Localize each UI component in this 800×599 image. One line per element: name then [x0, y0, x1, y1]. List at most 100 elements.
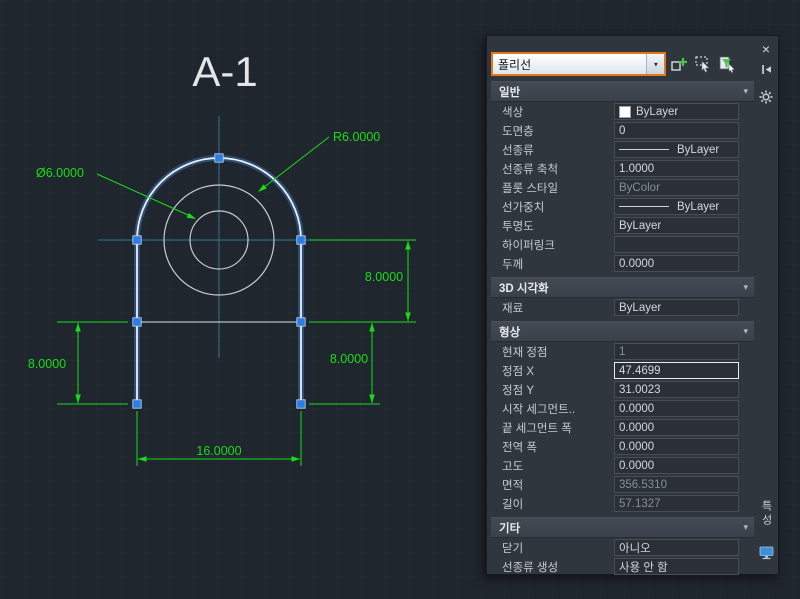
section-header-misc[interactable]: 기타 ▾	[491, 517, 754, 538]
grip-handle[interactable]	[214, 153, 224, 163]
dimension-bottom[interactable]: 16.0000	[136, 411, 302, 466]
value-text: 1.0000	[619, 162, 655, 175]
color-value-cell[interactable]: ByLayer	[614, 103, 739, 120]
value-text: 47.4699	[619, 364, 661, 377]
property-label: 정점 X	[502, 365, 535, 378]
toggle-pickadd-icon	[670, 58, 687, 71]
thickness-value-cell[interactable]: 0.0000	[614, 255, 739, 272]
chevron-down-icon: ▾	[743, 282, 748, 292]
linetype-scale-value-cell[interactable]: 1.0000	[614, 160, 739, 177]
toggle-pickadd-button[interactable]	[667, 53, 690, 76]
arrowhead-icon	[405, 240, 411, 250]
property-label: 투명도	[502, 220, 534, 233]
chevron-down-icon: ▾	[743, 326, 748, 336]
property-label: 닫기	[502, 542, 524, 555]
property-row: 선종류 생성 사용 안 함	[491, 557, 754, 576]
select-objects-button[interactable]	[691, 53, 714, 76]
property-label: 정점 Y	[502, 384, 535, 397]
length-value-cell: 57.1327	[614, 495, 739, 512]
quick-select-button[interactable]	[715, 53, 738, 76]
grip-handle[interactable]	[132, 235, 142, 245]
value-text: 31.0023	[619, 383, 661, 396]
property-list: 일반 ▾ 색상 ByLayer 도면층 0 선종류 ByLayer 선종류 축척…	[491, 81, 754, 576]
closed-value-cell[interactable]: 아니오	[614, 539, 739, 556]
auto-hide-pin-icon[interactable]	[760, 63, 773, 81]
end-segment-width-value-cell[interactable]: 0.0000	[614, 419, 739, 436]
chevron-down-icon: ▾	[743, 86, 748, 96]
section-header-3d-visualization[interactable]: 3D 시각화 ▾	[491, 277, 754, 298]
property-row: 하이퍼링크	[491, 235, 754, 254]
property-row: 도면층 0	[491, 121, 754, 140]
property-label: 플롯 스타일	[502, 182, 559, 195]
linetype-generation-value-cell[interactable]: 사용 안 함	[614, 558, 739, 575]
section-title: 형상	[499, 326, 521, 339]
lineweight-value-cell[interactable]: ByLayer	[614, 198, 739, 215]
dimension-right-upper[interactable]: 8.0000	[309, 239, 416, 323]
leader-line	[262, 136, 330, 189]
value-text: 사용 안 함	[619, 561, 668, 574]
dimension-text: 8.0000	[28, 357, 66, 371]
dimension-right-lower[interactable]: 8.0000	[309, 322, 380, 405]
arrowhead-icon	[369, 394, 375, 404]
palette-title-vertical: 특성	[760, 500, 772, 528]
settings-gear-icon[interactable]	[759, 90, 773, 109]
global-width-value-cell[interactable]: 0.0000	[614, 438, 739, 455]
current-vertex-value-cell[interactable]: 1	[614, 343, 739, 360]
object-type-selector[interactable]: 폴리선 ▼	[491, 52, 666, 76]
material-value-cell[interactable]: ByLayer	[614, 299, 739, 316]
section-title: 3D 시각화	[499, 282, 549, 295]
property-label: 선가중치	[502, 201, 545, 214]
property-row: 투명도 ByLayer	[491, 216, 754, 235]
value-text: 0	[619, 124, 626, 137]
property-row: 선가중치 ByLayer	[491, 197, 754, 216]
property-row: 전역 폭 0.0000	[491, 437, 754, 456]
linetype-preview-line	[619, 149, 669, 150]
property-label: 색상	[502, 106, 524, 119]
close-icon[interactable]: ×	[762, 42, 770, 56]
property-label: 전역 폭	[502, 441, 537, 454]
vertex-x-value-cell[interactable]: 47.4699	[614, 362, 739, 379]
property-row: 정점 X 47.4699	[491, 361, 754, 380]
dimension-left[interactable]: 8.0000	[28, 321, 128, 405]
linetype-value-cell[interactable]: ByLayer	[614, 141, 739, 158]
value-text: 0.0000	[619, 421, 655, 434]
chevron-down-icon: ▾	[743, 522, 748, 532]
grip-handle[interactable]	[296, 235, 306, 245]
selected-object-type: 폴리선	[498, 57, 532, 72]
property-row: 면적 356.5310	[491, 475, 754, 494]
grip-handle[interactable]	[132, 399, 142, 409]
start-segment-width-value-cell[interactable]: 0.0000	[614, 400, 739, 417]
property-label: 길이	[502, 498, 524, 511]
arrowhead-icon	[291, 456, 301, 462]
display-monitor-icon[interactable]	[759, 546, 774, 565]
property-label: 선종류	[502, 144, 534, 157]
arrowhead-icon	[137, 456, 147, 462]
property-row: 끝 세그먼트 폭 0.0000	[491, 418, 754, 437]
arrowhead-icon	[369, 322, 375, 332]
property-row: 두께 0.0000	[491, 254, 754, 273]
layer-value-cell[interactable]: 0	[614, 122, 739, 139]
elevation-value-cell[interactable]: 0.0000	[614, 457, 739, 474]
property-label: 현재 정점	[502, 346, 548, 359]
dimension-text: 8.0000	[330, 352, 368, 366]
section-header-general[interactable]: 일반 ▾	[491, 81, 754, 102]
transparency-value-cell[interactable]: ByLayer	[614, 217, 739, 234]
grip-handle[interactable]	[296, 317, 306, 327]
value-text: ByLayer	[619, 301, 662, 314]
dimension-text: 8.0000	[365, 270, 403, 284]
section-header-geometry[interactable]: 형상 ▾	[491, 321, 754, 342]
arrowhead-icon	[186, 212, 196, 219]
grip-handle[interactable]	[296, 399, 306, 409]
property-row: 플롯 스타일 ByColor	[491, 178, 754, 197]
value-text: 0.0000	[619, 402, 655, 415]
area-value-cell: 356.5310	[614, 476, 739, 493]
vertex-y-value-cell[interactable]: 31.0023	[614, 381, 739, 398]
value-text: 0.0000	[619, 257, 655, 270]
grip-handle[interactable]	[132, 317, 142, 327]
select-objects-icon	[694, 56, 710, 73]
hyperlink-value-cell[interactable]	[614, 236, 739, 253]
palette-titlebar: × 특성	[754, 36, 778, 574]
plot-style-value-cell: ByColor	[614, 179, 739, 196]
combo-dropdown-button[interactable]: ▼	[646, 54, 664, 74]
quick-select-icon	[719, 56, 735, 73]
